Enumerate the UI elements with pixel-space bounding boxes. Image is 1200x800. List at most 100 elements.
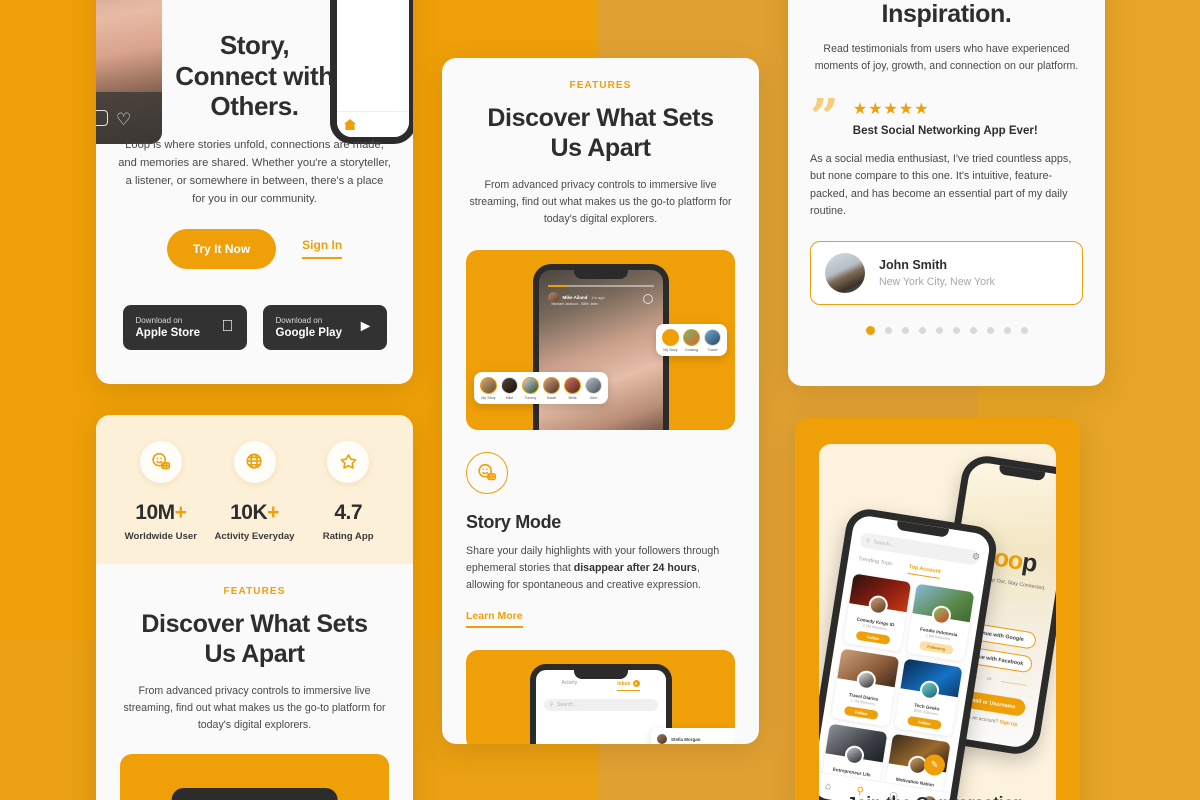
carousel-dot-9[interactable] [1003,326,1011,334]
inbox-preview: Activity Inbox 0 ⚲ Search... Stella Morga… [466,650,735,744]
carousel-dot-1[interactable] [865,325,875,335]
avatar-ring-icon [564,376,581,394]
carousel-dot-3[interactable] [901,326,909,334]
rating-stars: ★★★★★ [852,100,930,118]
home-icon[interactable]: ⌂ [824,781,832,793]
story-user-name: Mike Ailand [562,294,588,300]
my-story-icon [662,328,679,346]
following-button[interactable]: Following [918,640,955,655]
list-item[interactable]: John [585,376,602,400]
hero-card: ♡ Lorem ipsum Lorem ipsum elit. #lorem ♡… [96,0,413,384]
phone-notch [573,269,628,279]
list-item[interactable]: Cooking [683,328,700,352]
list-item[interactable]: Travel Diaries 1.1M followers Follow [831,648,900,727]
carousel-dot-7[interactable] [969,326,977,334]
story-progress-bar [547,284,654,287]
stat-rating-app: 4.7 Rating App [301,441,395,542]
carousel-dot-5[interactable] [935,326,943,334]
story-highlight-chips-left[interactable]: My Story Mike Tommy Sarah Bella John [474,371,608,404]
features-card-header: FEATURES Discover What Sets Us Apart Fro… [442,58,759,228]
search-placeholder: Search... [557,702,578,709]
features-title-line-2: Us Apart [550,134,651,162]
search-placeholder: Search... [873,538,895,548]
search-icon: ⚲ [549,702,554,709]
features-title-line-2: Us Apart [204,640,305,668]
stat-plus: + [267,501,279,524]
story-phone-mockup: Mike Ailand 1m ago Michael Jackson - Bil… [532,263,669,430]
google-play-small-label: Download on [275,315,323,325]
join-card: Loop Loop In, Loop Out, Stay Connected. … [795,418,1080,800]
chip-label: Travel [707,347,718,352]
gear-icon[interactable]: ⚙ [971,551,981,563]
stat-plus: + [174,501,187,524]
tab-activity[interactable]: Activity [561,680,577,691]
quote-mark-icon: ” [810,86,839,146]
inbox-search-input[interactable]: ⚲ Search... [543,699,658,712]
list-item[interactable]: My Story [662,328,679,352]
list-item[interactable]: Comedy Kings ID 2.5M followers Follow [842,573,912,652]
stats-features-card: 10M+ Worldwide User 10K+ Activity Everyd… [96,415,413,800]
avatar-ring-icon [585,376,602,394]
mute-icon[interactable] [642,293,653,304]
testimonial-subtitle: Read testimonials from users who have ex… [814,43,1079,72]
stat-number: 4.7 [334,501,363,524]
features-band: FEATURES Discover What Sets Us Apart Fro… [96,564,413,800]
try-it-now-button[interactable]: Try It Now [166,228,277,269]
story-mode-body-bold: disappear after 24 hours [573,561,697,574]
follow-button[interactable]: Follow [906,715,943,731]
learn-more-link[interactable]: Learn More [466,610,523,629]
inbox-phone-mockup: Activity Inbox 0 ⚲ Search... [529,664,672,744]
phone-top-stub [171,787,338,800]
star-icon [327,441,370,483]
carousel-dot-8[interactable] [986,326,994,334]
stat-number: 10M [135,501,175,524]
carousel-dot-10[interactable] [1020,326,1028,334]
testimonial-headline: Best Social Networking App Ever! [852,124,1038,137]
list-item[interactable]: Sarah [543,376,560,400]
features-title-line-1: Discover What Sets [487,104,714,132]
avatar-ring-icon [543,376,560,394]
story-mode-icon [466,451,508,494]
tab-inbox[interactable]: Inbox 0 [617,680,640,692]
google-play-label: Google Play [275,326,342,339]
list-item[interactable]: Bella [564,376,581,400]
list-item[interactable]: Tech Geeks 900K followers Follow [894,658,963,737]
stat-label: Rating App [322,531,374,542]
follow-button[interactable]: Follow [855,630,891,645]
sign-in-link[interactable]: Sign In [302,238,343,260]
carousel-dots[interactable] [810,325,1083,335]
phone-notch [998,465,1046,482]
inbox-badge: 0 [632,680,640,688]
chip-label: Tommy [524,395,537,400]
testimonial-person[interactable]: John Smith New York City, New York [810,240,1083,305]
stat-label: Activity Everyday [214,531,295,542]
discover-phone-mockup: ⚲ Search... ⚙ Trending Topic Top Account… [819,505,1000,800]
story-mode-preview: Mike Ailand 1m ago Michael Jackson - Bil… [466,249,735,430]
chip-label: My Story [481,395,496,400]
stat-value: 10K+ [208,501,302,525]
carousel-dot-6[interactable] [952,326,960,334]
globe-pointer-icon [233,441,276,483]
hero-title-line-3: Others. [210,91,299,122]
story-highlight-chips-right[interactable]: My Story Cooking Travel [656,323,727,356]
inbox-message-popup[interactable]: Stella Morgan [651,728,735,744]
carousel-dot-4[interactable] [918,326,926,334]
chip-label: John [589,395,598,400]
google-play-button[interactable]: Download on Google Play ► [262,304,387,350]
list-item[interactable]: Mike [501,376,518,400]
stats-band: 10M+ Worldwide User 10K+ Activity Everyd… [96,415,413,564]
avatar-ring-icon [480,376,497,394]
apple-store-button[interactable]: Download on Apple Store  [122,304,247,350]
follow-button[interactable]: Follow [843,705,880,721]
sign-up-link[interactable]: Sign Up [999,720,1018,728]
list-item[interactable]: Foodie Indonesia 1.8M followers Followin… [906,583,975,662]
stat-value: 10M+ [114,501,208,525]
testimonial-title: Inspiration. [881,0,1012,28]
testimonial-quote-row: ” ★★★★★ Best Social Networking App Ever! [810,86,1083,146]
list-item[interactable]: My Story [480,376,497,400]
list-item[interactable]: Travel [704,328,721,352]
testimonial-person-name: John Smith [879,257,948,272]
apple-icon:  [222,319,234,335]
list-item[interactable]: Tommy [522,376,539,400]
carousel-dot-2[interactable] [884,326,892,334]
